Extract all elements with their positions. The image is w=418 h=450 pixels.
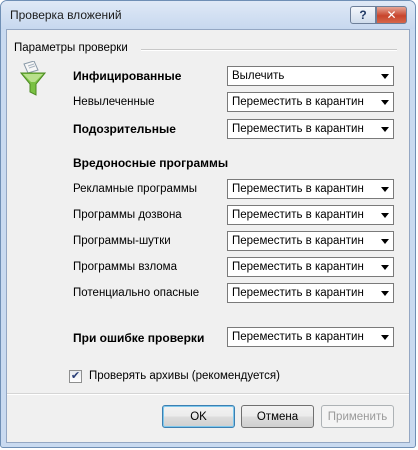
jokes-label: Программы-шутки bbox=[73, 235, 171, 247]
infected-label: Инфицированные bbox=[73, 69, 182, 83]
adware-label: Рекламные программы bbox=[73, 183, 198, 195]
dialog-body: Параметры проверки Инфицированные Вылечи… bbox=[6, 29, 410, 443]
scan-error-label: При ошибке проверки bbox=[73, 331, 205, 345]
apply-button[interactable]: Применить bbox=[321, 405, 394, 428]
scan-error-action-select[interactable]: Переместить в карантин bbox=[227, 327, 394, 347]
chevron-down-icon bbox=[381, 100, 389, 105]
chevron-down-icon bbox=[381, 213, 389, 218]
riskware-action-value: Переместить в карантин bbox=[232, 287, 364, 299]
uncured-action-value: Переместить в карантин bbox=[232, 96, 364, 108]
adware-action-select[interactable]: Переместить в карантин bbox=[227, 179, 394, 199]
chevron-down-icon bbox=[381, 127, 389, 132]
hacktools-action-select[interactable]: Переместить в карантин bbox=[227, 257, 394, 277]
group-label: Параметры проверки bbox=[14, 42, 128, 54]
ok-button[interactable]: OK bbox=[162, 405, 235, 428]
chevron-down-icon bbox=[381, 291, 389, 296]
help-button[interactable]: ? bbox=[350, 6, 376, 24]
filter-funnel-icon bbox=[20, 61, 46, 96]
title-bar[interactable]: Проверка вложений ? ✕ bbox=[1, 1, 415, 29]
hacktools-action-value: Переместить в карантин bbox=[232, 261, 364, 273]
checkmark-icon: ✔ bbox=[70, 370, 81, 382]
group-divider bbox=[141, 49, 397, 51]
dialers-label: Программы дозвона bbox=[73, 209, 182, 221]
uncured-action-select[interactable]: Переместить в карантин bbox=[227, 92, 394, 112]
jokes-action-select[interactable]: Переместить в карантин bbox=[227, 231, 394, 251]
suspicious-action-select[interactable]: Переместить в карантин bbox=[227, 119, 394, 139]
adware-action-value: Переместить в карантин bbox=[232, 183, 364, 195]
help-icon: ? bbox=[359, 8, 367, 22]
scan-error-action-value: Переместить в карантин bbox=[232, 331, 364, 343]
riskware-action-select[interactable]: Переместить в карантин bbox=[227, 283, 394, 303]
button-separator bbox=[7, 393, 409, 395]
dialers-action-select[interactable]: Переместить в карантин bbox=[227, 205, 394, 225]
scan-archives-label[interactable]: Проверять архивы (рекомендуется) bbox=[89, 370, 280, 382]
close-icon: ✕ bbox=[386, 8, 397, 22]
dialog-window: Проверка вложений ? ✕ Параметры проверки… bbox=[0, 0, 416, 448]
scan-archives-checkbox[interactable]: ✔ bbox=[69, 370, 82, 383]
window-title: Проверка вложений bbox=[10, 8, 122, 22]
malware-heading: Вредоносные программы bbox=[73, 156, 229, 170]
suspicious-label: Подозрительные bbox=[73, 122, 176, 136]
riskware-label: Потенциально опасные bbox=[73, 287, 200, 299]
chevron-down-icon bbox=[381, 265, 389, 270]
jokes-action-value: Переместить в карантин bbox=[232, 235, 364, 247]
suspicious-action-value: Переместить в карантин bbox=[232, 123, 364, 135]
chevron-down-icon bbox=[381, 335, 389, 340]
cancel-button[interactable]: Отмена bbox=[241, 405, 314, 428]
hacktools-label: Программы взлома bbox=[73, 261, 177, 273]
dialers-action-value: Переместить в карантин bbox=[232, 209, 364, 221]
infected-action-select[interactable]: Вылечить bbox=[227, 66, 394, 86]
chevron-down-icon bbox=[381, 187, 389, 192]
close-button[interactable]: ✕ bbox=[376, 6, 407, 24]
chevron-down-icon bbox=[381, 239, 389, 244]
chevron-down-icon bbox=[381, 74, 389, 79]
infected-action-value: Вылечить bbox=[232, 70, 285, 82]
uncured-label: Невылеченные bbox=[73, 96, 155, 108]
